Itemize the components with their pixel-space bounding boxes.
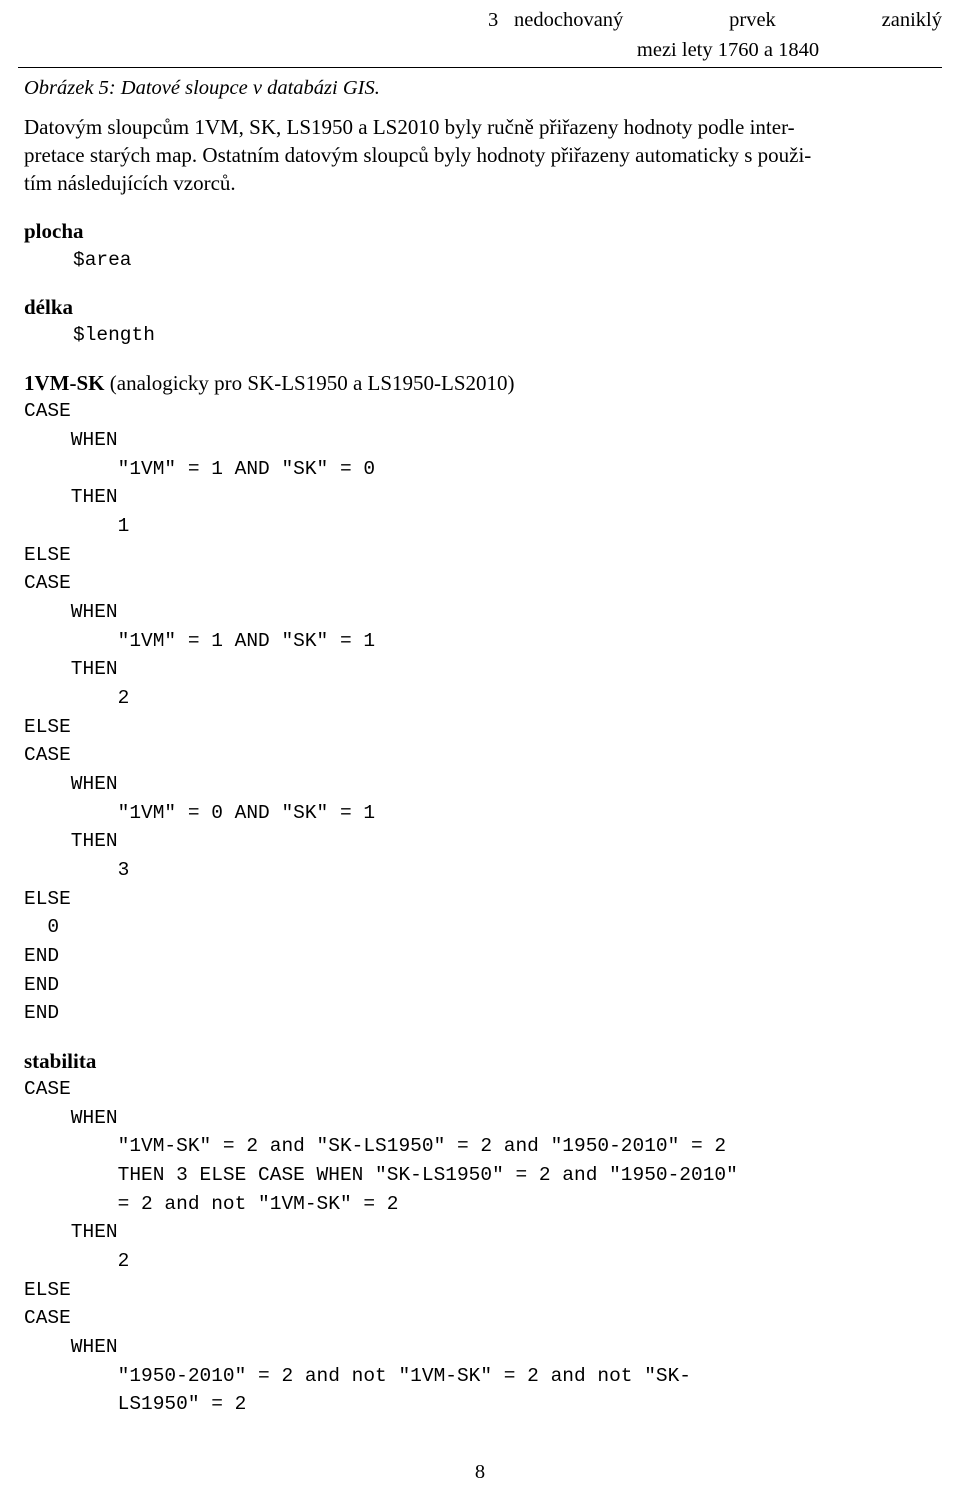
formula-block-delka: délka $length: [18, 294, 942, 350]
paragraph-line-2-text: pretace starých map. Ostatním datovým sl…: [24, 143, 812, 168]
formula-code-stabilita: CASE WHEN "1VM-SK" = 2 and "SK-LS1950" =…: [24, 1078, 738, 1416]
formula-title-1vm-sk-text: 1VM-SK: [24, 371, 105, 396]
paragraph-line-1-text: Datovým sloupcům 1VM, SK, LS1950 a LS201…: [24, 115, 795, 140]
formula-code-delka: $length: [73, 324, 155, 347]
header-title-line: nedochovaný prvek zaniklý: [514, 6, 942, 36]
formula-title-stabilita-text: stabilita: [24, 1048, 97, 1073]
formula-title-1vm-sk-suffix: (analogicky pro SK-LS1950 a LS1950-LS201…: [104, 371, 515, 396]
header-divider: [18, 67, 942, 69]
formula-block-plocha: plocha $area: [18, 218, 942, 274]
formula-title-plocha-text: plocha: [24, 219, 84, 244]
formula-title-delka-text: délka: [24, 295, 74, 320]
document-page: 3 nedochovaný prvek zaniklý mezi lety 17…: [0, 0, 960, 1498]
formula-title-plocha: plocha: [24, 218, 942, 245]
formula-code-1vm-sk: CASE WHEN "1VM" = 1 AND "SK" = 0 THEN 1 …: [24, 400, 376, 1025]
paragraph-line-1: Datovým sloupcům 1VM, SK, LS1950 a LS201…: [24, 114, 940, 142]
paragraph-line-3: tím následujících vzorců.: [24, 171, 236, 196]
header-title-mid: prvek: [729, 9, 776, 31]
figure-caption: Obrázek 5: Datové sloupce v databázi GIS…: [24, 77, 380, 100]
formula-title-stabilita: stabilita: [24, 1048, 942, 1075]
formula-title-delka: délka: [24, 294, 942, 321]
header-subtitle: mezi lety 1760 a 1840: [636, 38, 820, 61]
header-page-number: 3: [488, 9, 499, 31]
body-paragraph: Datovým sloupcům 1VM, SK, LS1950 a LS201…: [18, 114, 942, 198]
page-footer: 8: [474, 1461, 486, 1483]
formula-title-1vm-sk: 1VM-SK (analogicky pro SK-LS1950 a LS195…: [24, 370, 942, 397]
header-title-right: zaniklý: [881, 9, 942, 31]
paragraph-line-2: pretace starých map. Ostatním datovým sl…: [24, 142, 940, 170]
header-text: nedochovaný prvek zaniklý mezi lety 1760…: [514, 6, 942, 65]
formula-block-stabilita: stabilita CASE WHEN "1VM-SK" = 2 and "SK…: [18, 1048, 942, 1419]
formula-block-1vm-sk: 1VM-SK (analogicky pro SK-LS1950 a LS195…: [18, 370, 942, 1028]
header-title-left: nedochovaný: [514, 9, 624, 31]
formula-code-plocha: $area: [73, 248, 132, 271]
page-header: 3 nedochovaný prvek zaniklý mezi lety 17…: [18, 0, 942, 65]
